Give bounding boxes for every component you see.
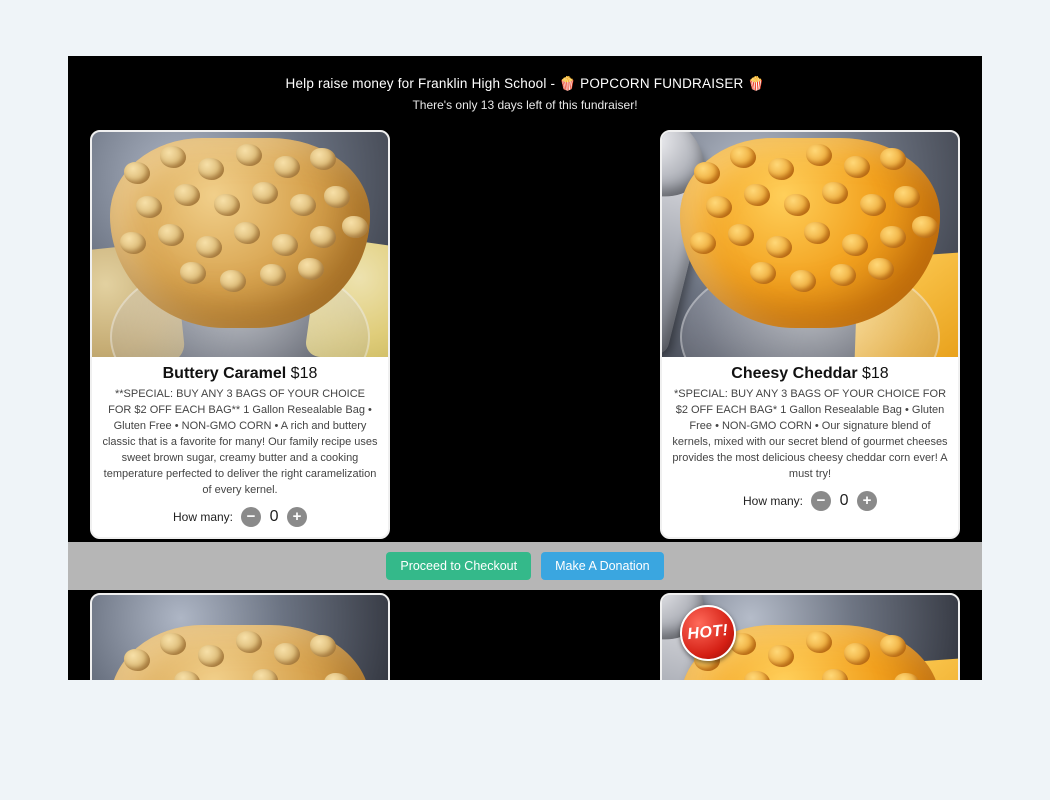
product-description: *SPECIAL: BUY ANY 3 BAGS OF YOUR CHOICE … <box>672 387 948 483</box>
quantity-label: How many: <box>173 510 233 524</box>
proceed-to-checkout-button[interactable]: Proceed to Checkout <box>386 552 531 580</box>
fundraiser-headline: Help raise money for Franklin High Schoo… <box>68 76 982 92</box>
product-description: **SPECIAL: BUY ANY 3 BAGS OF YOUR CHOICE… <box>102 387 378 499</box>
make-a-donation-button[interactable]: Make A Donation <box>541 552 664 580</box>
product-price: $18 <box>291 365 318 382</box>
product-image-cheesy-cheddar <box>662 132 958 357</box>
product-body: Buttery Caramel $18 **SPECIAL: BUY ANY 3… <box>92 357 388 537</box>
product-card-cheesy-cheddar: Cheesy Cheddar $18 *SPECIAL: BUY ANY 3 B… <box>660 130 960 539</box>
product-price: $18 <box>862 365 889 382</box>
product-body: Cheesy Cheddar $18 *SPECIAL: BUY ANY 3 B… <box>662 357 958 521</box>
product-name: Buttery Caramel <box>163 365 287 382</box>
quantity-increment-button[interactable]: + <box>857 491 877 511</box>
product-image-buttery-caramel <box>92 132 388 357</box>
quantity-decrement-button[interactable]: − <box>811 491 831 511</box>
checkout-bar: Proceed to Checkout Make A Donation <box>68 542 982 590</box>
quantity-decrement-button[interactable]: − <box>241 507 261 527</box>
quantity-value: 0 <box>267 508 281 526</box>
product-card-partial-right: HOT! <box>660 593 960 680</box>
product-title: Cheesy Cheddar $18 <box>672 365 948 383</box>
product-row-2: HOT! <box>68 590 982 680</box>
fundraiser-countdown: There's only 13 days left of this fundra… <box>68 98 982 112</box>
quantity-stepper: How many: − 0 + <box>672 491 948 511</box>
product-card-buttery-caramel: Buttery Caramel $18 **SPECIAL: BUY ANY 3… <box>90 130 390 539</box>
quantity-value: 0 <box>837 492 851 510</box>
quantity-label: How many: <box>743 494 803 508</box>
quantity-stepper: How many: − 0 + <box>102 507 378 527</box>
page-frame: Help raise money for Franklin High Schoo… <box>68 56 982 680</box>
product-card-partial-left <box>90 593 390 680</box>
storefront-panel: Help raise money for Franklin High Schoo… <box>68 56 982 680</box>
product-name: Cheesy Cheddar <box>731 365 857 382</box>
quantity-increment-button[interactable]: + <box>287 507 307 527</box>
product-title: Buttery Caramel $18 <box>102 365 378 383</box>
product-row-1: Buttery Caramel $18 **SPECIAL: BUY ANY 3… <box>68 130 982 539</box>
